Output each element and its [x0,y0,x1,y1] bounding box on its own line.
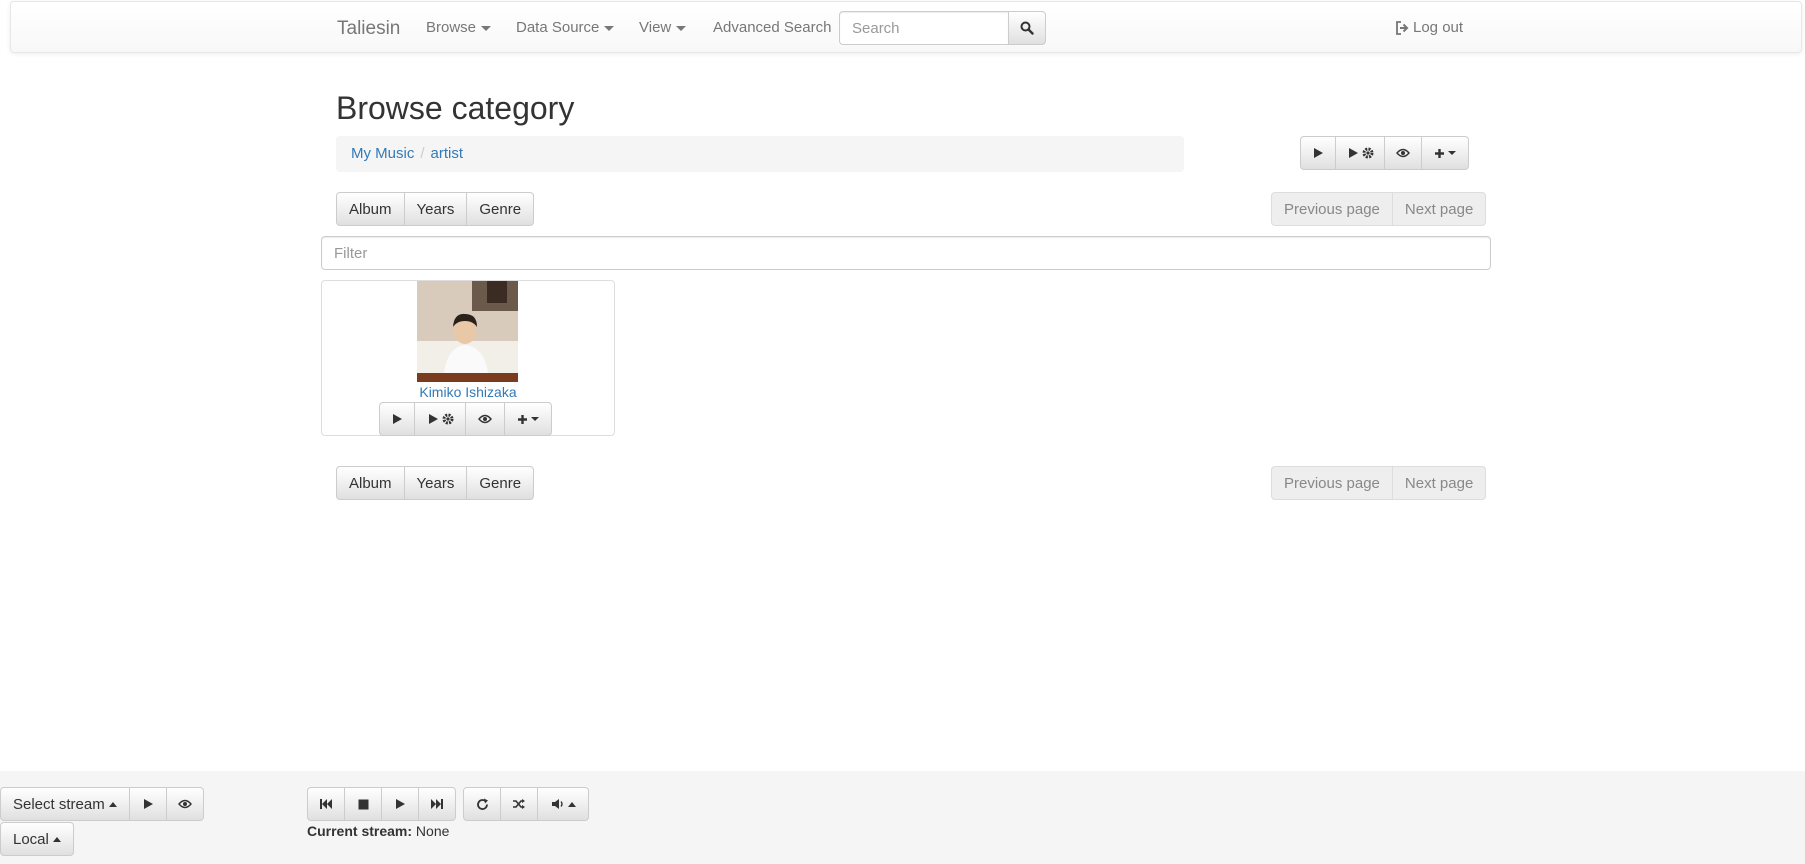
current-stream-status: Current stream: None [307,823,449,839]
play-icon [396,799,405,809]
eye-icon [1396,148,1410,158]
stop-icon [358,799,368,809]
stream-controls: Select stream [0,787,204,821]
previous-page-button[interactable]: Previous page [1271,192,1393,226]
search-button[interactable] [1008,11,1046,45]
album-button[interactable]: Album [336,466,405,500]
local-player-label: Local [13,830,49,848]
stop-button[interactable] [344,787,382,821]
years-button[interactable]: Years [403,192,468,226]
pagination-top: Previous page Next page [1271,192,1487,226]
repeat-icon [476,798,488,810]
view-button[interactable] [465,402,505,436]
previous-track-icon [320,799,332,809]
shuffle-button[interactable] [500,787,538,821]
eye-icon [177,799,192,809]
genre-button[interactable]: Genre [466,192,535,226]
genre-button[interactable]: Genre [466,466,535,500]
browse-menu[interactable]: Browse [426,19,492,36]
chevron-down-icon [1448,151,1456,155]
view-menu[interactable]: View [639,19,687,36]
play-icon [1314,148,1323,158]
play-with-options-button[interactable] [414,402,466,436]
volume-dropdown-button[interactable] [537,787,589,821]
gear-icon [1362,147,1373,159]
breadcrumb-separator: / [420,145,425,162]
player-selector: Local [0,822,74,856]
plus-icon [1435,148,1444,158]
view-stream-button[interactable] [165,787,204,821]
artist-photo-image [417,281,518,382]
gear-icon [442,413,453,425]
chevron-up-icon [567,801,576,807]
play-icon [428,414,438,424]
play-stream-button[interactable] [128,787,167,821]
shuffle-icon [513,799,525,809]
volume-icon [551,799,563,809]
repeat-button[interactable] [463,787,501,821]
search-input[interactable] [839,11,1009,45]
breadcrumb-artist[interactable]: artist [431,145,464,162]
view-button[interactable] [1384,136,1422,170]
player-footer: Select stream Local Current stream: None [0,771,1805,864]
browse-menu-label: Browse [426,19,477,36]
next-page-button[interactable]: Next page [1391,192,1487,226]
play-button[interactable] [379,402,415,436]
previous-page-button[interactable]: Previous page [1271,466,1393,500]
filter-input[interactable] [321,236,1491,270]
chevron-up-icon [108,801,117,807]
add-to-dropdown-button[interactable] [1421,136,1469,170]
play-icon [1348,148,1358,158]
years-button[interactable]: Years [403,466,468,500]
album-button[interactable]: Album [336,192,405,226]
next-page-button[interactable]: Next page [1391,466,1487,500]
page-title: Browse category [336,90,575,126]
transport-controls [307,787,456,821]
play-pause-button[interactable] [381,787,419,821]
artist-card: Kimiko Ishizaka [321,280,615,436]
breadcrumb: My Music / artist [336,136,1184,172]
artist-actions [379,402,552,436]
chevron-down-icon [531,417,539,421]
data-source-menu-label: Data Source [516,19,600,36]
previous-track-button[interactable] [307,787,345,821]
brand-link[interactable]: Taliesin [337,18,400,40]
category-switch-bottom: Album Years Genre [336,466,535,500]
logout-icon [1396,20,1409,35]
play-icon [143,799,153,809]
category-actions [1300,136,1469,170]
add-to-dropdown-button[interactable] [504,402,552,436]
top-navbar: Taliesin Browse Data Source View Advance… [10,1,1802,53]
select-stream-label: Select stream [13,795,105,813]
logout-label: Log out [1413,19,1464,36]
plus-icon [518,414,527,424]
current-stream-value: None [415,823,450,839]
current-stream-label: Current stream: [307,823,413,839]
artist-name-link[interactable]: Kimiko Ishizaka [322,384,614,400]
local-player-dropdown[interactable]: Local [0,822,74,856]
play-icon [393,414,402,424]
data-source-menu[interactable]: Data Source [516,19,615,36]
eye-icon [478,414,492,424]
advanced-search-link[interactable]: Advanced Search [713,19,831,36]
chevron-down-icon [676,25,687,31]
play-with-options-button[interactable] [1335,136,1385,170]
artist-photo[interactable] [417,281,518,382]
chevron-down-icon [604,25,615,31]
view-menu-label: View [639,19,672,36]
next-track-icon [431,799,443,809]
pagination-bottom: Previous page Next page [1271,466,1487,500]
next-track-button[interactable] [418,787,456,821]
select-stream-dropdown[interactable]: Select stream [0,787,130,821]
playback-options [463,787,589,821]
chevron-up-icon [52,836,61,842]
breadcrumb-my-music[interactable]: My Music [351,145,414,162]
play-button[interactable] [1300,136,1336,170]
search-icon [1020,21,1034,35]
category-switch-top: Album Years Genre [336,192,535,226]
logout-link[interactable]: Log out [1395,19,1463,36]
chevron-down-icon [481,25,492,31]
